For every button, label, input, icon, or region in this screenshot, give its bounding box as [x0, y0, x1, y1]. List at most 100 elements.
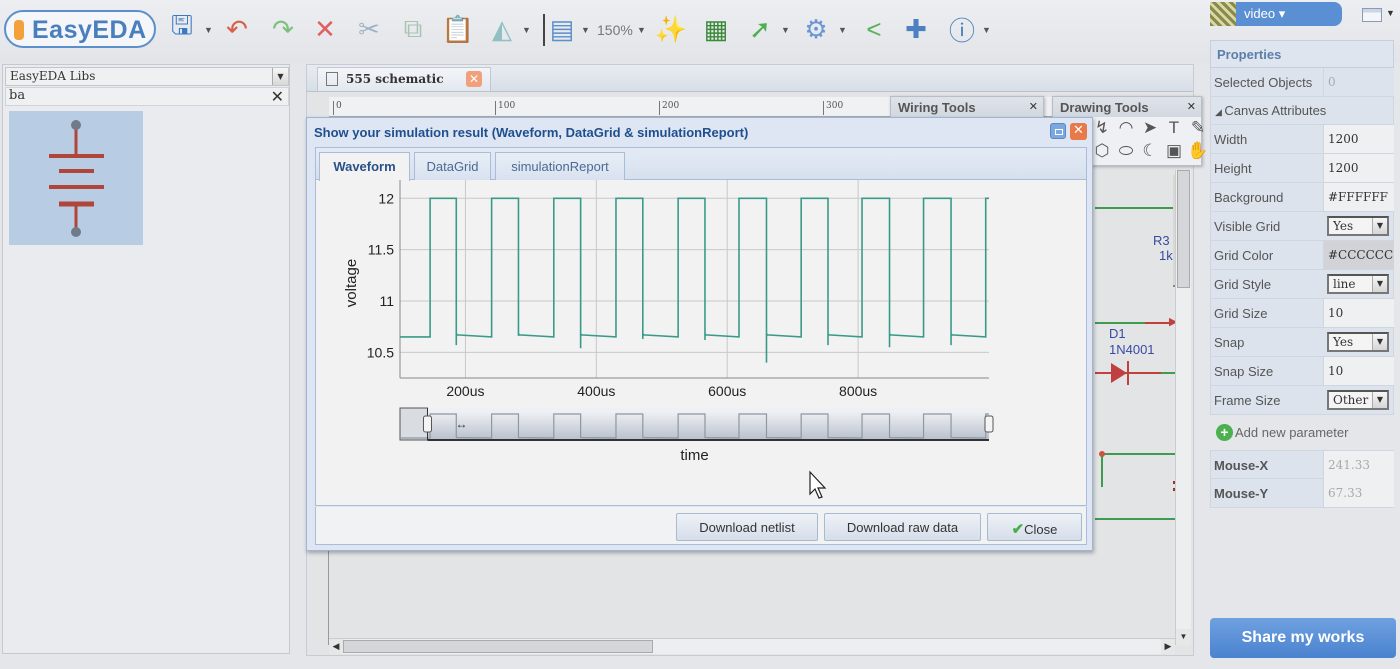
tab-simulationreport[interactable]: simulationReport — [495, 152, 625, 180]
polygon-tool-icon[interactable]: ⬡ — [1091, 140, 1113, 162]
user-avatar[interactable] — [1210, 2, 1236, 26]
properties-panel: Properties Selected Objects 0 ◢ Canvas A… — [1210, 40, 1394, 415]
property-input[interactable]: #CCCCCC — [1323, 241, 1394, 269]
chevron-down-icon[interactable]: ▼ — [272, 68, 288, 85]
redo-icon[interactable]: ↷ — [266, 12, 300, 46]
property-input[interactable]: 10 — [1323, 357, 1394, 385]
y-tick-label: 11.5 — [368, 242, 394, 258]
close-button[interactable]: ✔Close — [987, 513, 1082, 541]
download-netlist-button[interactable]: Download netlist — [676, 513, 818, 541]
vertical-scrollbar[interactable]: ▼ — [1175, 170, 1191, 645]
chevron-down-icon[interactable]: ▼ — [1372, 218, 1387, 234]
property-input[interactable]: 1200 — [1323, 154, 1394, 182]
drawing-tools-title[interactable]: Drawing Tools — [1053, 97, 1201, 117]
schematic-wire[interactable] — [1161, 372, 1175, 374]
property-row-grid-style: Grid Style line ▼ — [1210, 270, 1394, 299]
scrollbar-thumb[interactable] — [343, 640, 653, 653]
schematic-wire[interactable] — [1095, 207, 1175, 209]
vertical-ruler — [323, 535, 329, 645]
ellipse-tool-icon[interactable]: ⬭ — [1115, 140, 1137, 162]
property-select[interactable]: line ▼ — [1327, 274, 1389, 294]
clear-search-icon[interactable]: ✕ — [271, 87, 284, 106]
user-menu-button[interactable]: video ▾ — [1236, 2, 1342, 26]
properties-header: Properties — [1210, 40, 1394, 68]
delete-icon[interactable]: ✕ — [308, 12, 342, 46]
text-tool-icon[interactable]: T — [1163, 117, 1185, 139]
share-my-works-button[interactable]: Share my works — [1210, 618, 1396, 658]
chevron-down-icon[interactable]: ▼ — [1372, 276, 1387, 292]
tab-datagrid[interactable]: DataGrid — [414, 152, 491, 180]
simulate-dropdown-caret[interactable]: ▼ — [781, 25, 790, 35]
save-dropdown-caret[interactable]: ▼ — [204, 25, 213, 35]
property-select[interactable]: Other ▼ — [1327, 390, 1389, 410]
pie-tool-icon[interactable]: ☾ — [1139, 140, 1161, 162]
waveform-chart[interactable]: 10.51111.512200us 400us 600us 800usvoltage … — [316, 180, 1086, 506]
share-icon[interactable]: < — [857, 12, 891, 46]
navigator-left-handle[interactable] — [422, 415, 432, 433]
tab-waveform[interactable]: Waveform — [319, 152, 410, 181]
horizontal-scrollbar[interactable]: ◀ ▶ — [329, 638, 1175, 654]
arc-tool-icon[interactable]: ◠ — [1115, 117, 1137, 139]
dialog-tab-bar: Waveform DataGrid simulationReport — [316, 148, 1086, 181]
property-select[interactable]: Yes ▼ — [1327, 216, 1389, 236]
bezier-tool-icon[interactable]: ↯ — [1091, 117, 1113, 139]
cut-icon[interactable]: ✂ — [352, 12, 386, 46]
property-input[interactable]: #FFFFFF — [1323, 183, 1394, 211]
library-source-select[interactable]: EasyEDA Libs ▼ — [5, 67, 289, 86]
tab-555-schematic[interactable]: 555 schematic ✕ — [317, 67, 491, 91]
schematic-wire[interactable] — [1095, 322, 1145, 324]
info-dropdown-caret[interactable]: ▼ — [982, 25, 991, 35]
diode-symbol-icon[interactable] — [1109, 361, 1135, 385]
align-icon[interactable]: ▤ — [545, 12, 579, 46]
pcb-icon[interactable]: ▦ — [699, 12, 733, 46]
rotate-icon[interactable]: ◭ — [485, 12, 519, 46]
library-search-input[interactable]: ba ✕ — [5, 87, 289, 106]
chevron-down-icon[interactable]: ▼ — [1372, 334, 1387, 350]
download-raw-data-button[interactable]: Download raw data — [824, 513, 981, 541]
arrow-tool-icon[interactable]: ➤ — [1139, 117, 1161, 139]
schematic-wire[interactable] — [1103, 453, 1175, 455]
property-input[interactable]: 10 — [1323, 299, 1394, 327]
scroll-left-icon[interactable]: ◀ — [329, 639, 343, 654]
simulate-icon[interactable]: ➚ — [743, 12, 777, 46]
easyeda-logo[interactable]: EasyEDA — [4, 10, 156, 48]
property-select[interactable]: Yes ▼ — [1327, 332, 1389, 352]
minimize-icon[interactable] — [1050, 123, 1066, 139]
chevron-down-icon[interactable]: ▼ — [1372, 392, 1387, 408]
undo-icon[interactable]: ↶ — [220, 12, 254, 46]
magic-wand-icon[interactable]: ✨ — [654, 12, 688, 46]
settings-dropdown-caret[interactable]: ▼ — [838, 25, 847, 35]
scroll-down-icon[interactable]: ▼ — [1176, 629, 1191, 645]
close-icon[interactable]: ✕ — [1187, 100, 1196, 113]
close-icon[interactable]: ✕ — [1070, 123, 1087, 140]
image-tool-icon[interactable]: ▣ — [1163, 140, 1185, 162]
rotate-dropdown-caret[interactable]: ▼ — [522, 25, 531, 35]
paste-icon[interactable]: 📋 — [441, 12, 475, 46]
zoom-level-select[interactable]: 150% — [597, 22, 633, 38]
layout-toggle-icon[interactable] — [1362, 8, 1382, 22]
mouse-pointer-icon — [809, 470, 827, 499]
close-tab-icon[interactable]: ✕ — [466, 71, 482, 87]
close-icon[interactable]: ✕ — [1029, 100, 1038, 113]
save-icon[interactable]: 🖫 — [165, 10, 199, 46]
canvas-attributes-section[interactable]: ◢ Canvas Attributes — [1210, 97, 1394, 125]
scroll-right-icon[interactable]: ▶ — [1161, 639, 1175, 654]
schematic-wire[interactable] — [1095, 518, 1175, 520]
schematic-wire[interactable] — [1101, 455, 1103, 487]
info-icon[interactable]: ⓘ — [945, 12, 979, 46]
add-new-parameter-button[interactable]: + Add new parameter — [1216, 424, 1348, 441]
layout-dropdown-caret[interactable]: ▼ — [1386, 8, 1395, 18]
copy-icon[interactable]: ⧉ — [396, 12, 430, 46]
settings-gear-icon[interactable]: ⚙ — [799, 12, 833, 46]
plugin-puzzle-icon[interactable]: ✚ — [899, 12, 933, 46]
property-input[interactable]: 1200 — [1323, 125, 1394, 153]
library-result-battery[interactable] — [9, 111, 143, 245]
navigator-right-handle[interactable] — [984, 415, 994, 433]
pencil-tool-icon[interactable]: ✎ — [1187, 117, 1209, 139]
pan-hand-tool-icon[interactable]: ✋ — [1187, 140, 1209, 162]
wiring-tools-title[interactable]: Wiring Tools — [891, 97, 1043, 117]
property-label: Grid Style — [1214, 277, 1272, 292]
zoom-dropdown-caret[interactable]: ▼ — [637, 25, 646, 35]
scrollbar-thumb[interactable] — [1177, 170, 1190, 288]
align-dropdown-caret[interactable]: ▼ — [581, 25, 590, 35]
